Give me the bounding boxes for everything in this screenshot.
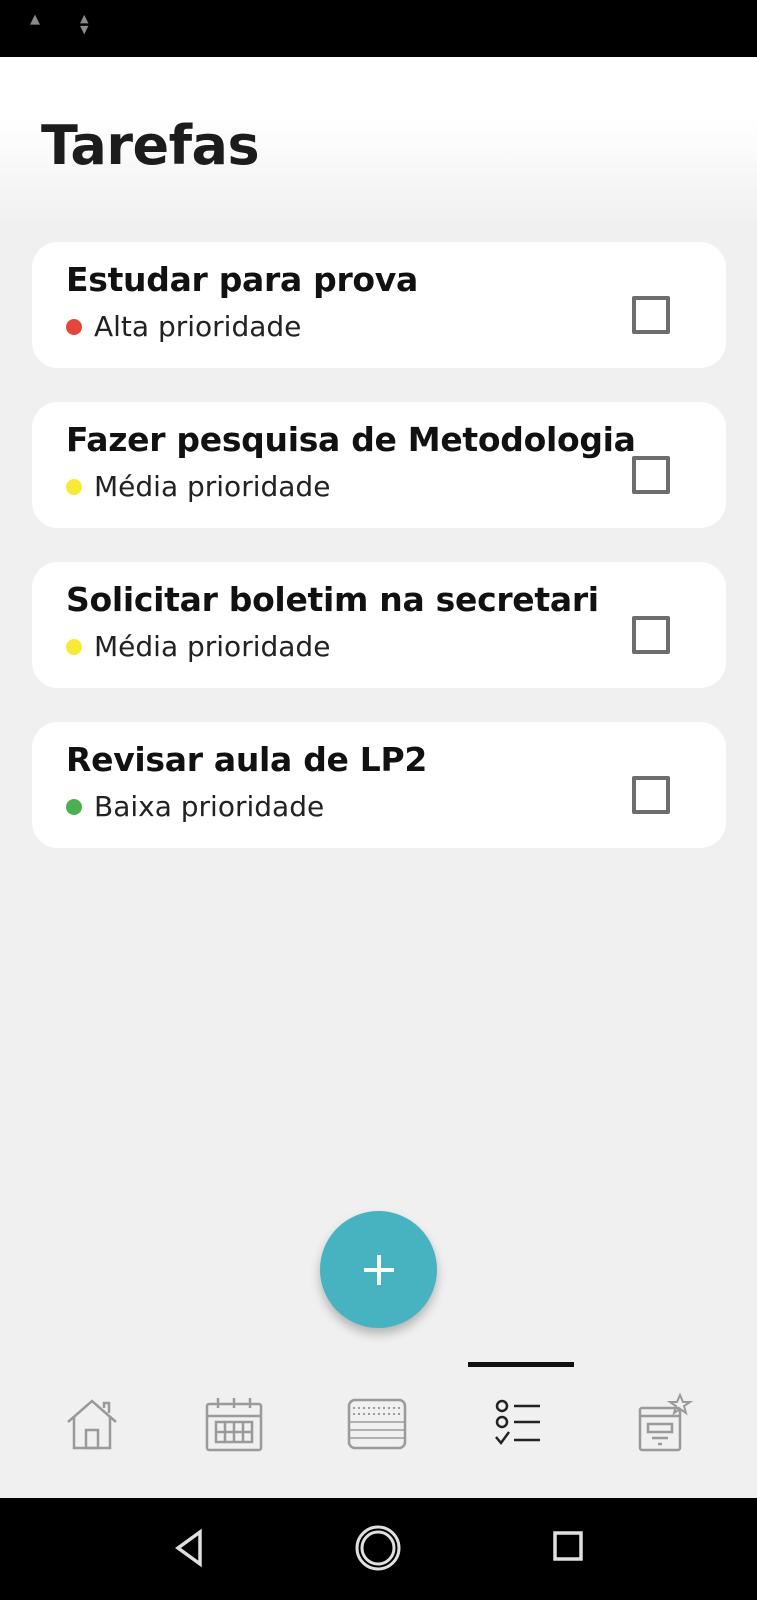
- priority-dot-icon: [66, 318, 82, 335]
- task-checkbox[interactable]: [632, 456, 670, 494]
- task-title: Fazer pesquisa de Metodologia: [66, 420, 636, 459]
- task-priority: Alta prioridade: [66, 310, 301, 343]
- task-card[interactable]: Revisar aula de LP2 Baixa prioridade: [32, 722, 726, 848]
- active-tab-indicator: [468, 1362, 574, 1367]
- home-icon: [67, 1399, 117, 1450]
- task-priority: Baixa prioridade: [66, 790, 324, 823]
- nav-item-archive[interactable]: [630, 1392, 694, 1456]
- priority-label: Média prioridade: [94, 630, 331, 663]
- recents-icon[interactable]: [552, 1530, 584, 1562]
- home-circle-icon[interactable]: [354, 1524, 402, 1572]
- task-title: Estudar para prova: [66, 260, 418, 299]
- priority-label: Média prioridade: [94, 470, 331, 503]
- calendar-icon: [205, 1398, 263, 1452]
- signal-up-icon: ▲: [30, 12, 40, 27]
- priority-dot-icon: [66, 798, 82, 815]
- page-title: Tarefas: [41, 114, 260, 177]
- task-title: Solicitar boletim na secretari: [66, 580, 599, 619]
- task-card[interactable]: Solicitar boletim na secretari Média pri…: [32, 562, 726, 688]
- task-title: Revisar aula de LP2: [66, 740, 428, 779]
- task-checkbox[interactable]: [632, 776, 670, 814]
- nav-item-calendar[interactable]: [202, 1392, 266, 1456]
- task-checkbox[interactable]: [632, 616, 670, 654]
- priority-dot-icon: [66, 478, 82, 495]
- checklist-icon: [495, 1399, 540, 1446]
- bottom-nav: [0, 1360, 757, 1498]
- task-checkbox[interactable]: [632, 296, 670, 334]
- priority-dot-icon: [66, 638, 82, 655]
- priority-label: Alta prioridade: [94, 310, 302, 343]
- priority-label: Baixa prioridade: [94, 790, 325, 823]
- archive-star-icon: [638, 1392, 694, 1452]
- status-bar: ▲ ▲ ▼: [0, 0, 757, 57]
- task-card[interactable]: Estudar para prova Alta prioridade: [32, 242, 726, 368]
- schedule-board-icon: [347, 1398, 407, 1450]
- system-nav-bar: [0, 1498, 757, 1600]
- nav-item-schedule[interactable]: [345, 1392, 409, 1456]
- task-card[interactable]: Fazer pesquisa de Metodologia Média prio…: [32, 402, 726, 528]
- task-priority: Média prioridade: [66, 470, 330, 503]
- task-priority: Média prioridade: [66, 630, 330, 663]
- plus-icon: [363, 1254, 394, 1285]
- nav-item-home[interactable]: [60, 1392, 124, 1456]
- back-icon[interactable]: [172, 1528, 206, 1568]
- nav-item-tasks[interactable]: [488, 1392, 552, 1456]
- data-transfer-icon: ▲ ▼: [80, 12, 89, 36]
- add-task-button[interactable]: [320, 1211, 437, 1328]
